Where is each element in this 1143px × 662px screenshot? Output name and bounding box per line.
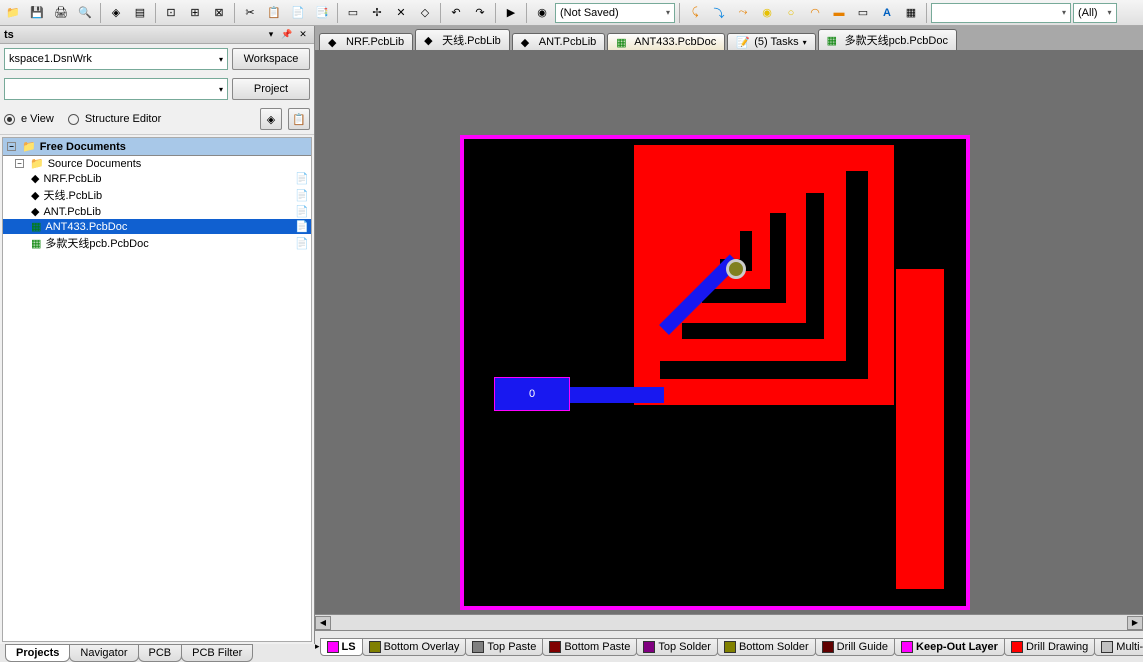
layers-icon[interactable]: ◈ bbox=[105, 2, 127, 24]
panel-tabs: ProjectsNavigatorPCBPCB Filter bbox=[5, 644, 252, 662]
tree-item[interactable]: ◆ANT.PcbLib📄 bbox=[3, 204, 311, 219]
filter-text: (All) bbox=[1078, 7, 1098, 19]
file-view-label: e View bbox=[21, 113, 54, 125]
structure-label: Structure Editor bbox=[85, 113, 161, 125]
copy-icon[interactable]: 📋 bbox=[263, 2, 285, 24]
filter-combo[interactable]: (All) bbox=[1073, 3, 1117, 23]
main-area: ◆NRF.PcbLib◆天线.PcbLib◆ANT.PcbLib▦ANT433.… bbox=[315, 26, 1143, 630]
run-icon[interactable]: ▶ bbox=[500, 2, 522, 24]
document-tab[interactable]: ◆ANT.PcbLib bbox=[512, 33, 605, 50]
document-tab[interactable]: ◆NRF.PcbLib bbox=[319, 33, 413, 50]
pcb-canvas[interactable]: 0 bbox=[315, 50, 1143, 614]
layer-tab[interactable]: Top Paste bbox=[465, 638, 543, 656]
region-icon[interactable]: ▭ bbox=[852, 2, 874, 24]
pad-icon[interactable]: ○ bbox=[780, 2, 802, 24]
layer-tab[interactable]: Top Solder bbox=[636, 638, 718, 656]
scroll-right-icon[interactable]: ▶ bbox=[1127, 616, 1143, 630]
main-toolbar: 📁 💾 🖨 🔍 ◈ ▤ ⊡ ⊞ ⊠ ✂ 📋 📄 📑 ▭ ✢ ✕ ◇ ↶ ↷ ▶ … bbox=[0, 0, 1143, 26]
layer-tab[interactable]: Multi-Lay bbox=[1094, 638, 1143, 656]
document-tab[interactable]: ▦多款天线pcb.PcbDoc bbox=[818, 29, 957, 50]
saved-combo-text: (Not Saved) bbox=[560, 7, 619, 19]
project-tree: − 📁 Free Documents − 📁 Source Documents … bbox=[2, 137, 312, 642]
tree-item[interactable]: ▦ANT433.PcbDoc📄 bbox=[3, 219, 311, 234]
compile-icon[interactable]: ◈ bbox=[260, 108, 282, 130]
scroll-left-icon[interactable]: ◀ bbox=[315, 616, 331, 630]
options-icon[interactable]: 📋 bbox=[288, 108, 310, 130]
tree-item[interactable]: ◆NRF.PcbLib📄 bbox=[3, 171, 311, 186]
redo-icon[interactable]: ↷ bbox=[469, 2, 491, 24]
move-icon[interactable]: ✢ bbox=[366, 2, 388, 24]
paste2-icon[interactable]: 📑 bbox=[311, 2, 333, 24]
clear-icon[interactable]: ◇ bbox=[414, 2, 436, 24]
preview-icon[interactable]: 🔍 bbox=[74, 2, 96, 24]
via-icon[interactable]: ◉ bbox=[756, 2, 778, 24]
close-icon[interactable]: ✕ bbox=[296, 28, 310, 42]
route-icon[interactable]: ⤹ bbox=[684, 2, 706, 24]
text-icon[interactable]: A bbox=[876, 2, 898, 24]
arc-icon[interactable]: ◠ bbox=[804, 2, 826, 24]
collapse-icon[interactable]: − bbox=[7, 142, 16, 151]
layer-tab[interactable]: Bottom Paste bbox=[542, 638, 637, 656]
via-hole bbox=[726, 259, 746, 279]
layer-scroll-icon[interactable]: ▸ bbox=[315, 638, 320, 656]
fill-icon[interactable]: ▬ bbox=[828, 2, 850, 24]
zoom-fit-icon[interactable]: ⊞ bbox=[184, 2, 206, 24]
workspace-value: kspace1.DsnWrk bbox=[9, 53, 92, 65]
document-tabs: ◆NRF.PcbLib◆天线.PcbLib◆ANT.PcbLib▦ANT433.… bbox=[315, 26, 1143, 50]
panel-tab[interactable]: Navigator bbox=[69, 644, 138, 662]
projects-panel: ts ▾ 📌 ✕ kspace1.DsnWrk Workspace Projec… bbox=[0, 26, 315, 644]
layer-tabs: ▸LSBottom OverlayTop PasteBottom PasteTo… bbox=[315, 630, 1143, 662]
workspace-button[interactable]: Workspace bbox=[232, 48, 310, 70]
pcb-board: 0 bbox=[460, 135, 970, 610]
pad-0: 0 bbox=[494, 377, 570, 411]
panel-title: ts bbox=[4, 29, 262, 41]
document-tab[interactable]: ◆天线.PcbLib bbox=[415, 29, 510, 50]
browse-icon[interactable]: ◉ bbox=[531, 2, 553, 24]
panel-tab[interactable]: PCB bbox=[138, 644, 183, 662]
panel-tab[interactable]: Projects bbox=[5, 644, 70, 662]
stack-icon[interactable]: ▤ bbox=[129, 2, 151, 24]
select-rect-icon[interactable]: ▭ bbox=[342, 2, 364, 24]
layer-tab[interactable]: LS bbox=[320, 638, 363, 656]
undo-icon[interactable]: ↶ bbox=[445, 2, 467, 24]
cut-icon[interactable]: ✂ bbox=[239, 2, 261, 24]
saved-combo[interactable]: (Not Saved) bbox=[555, 3, 675, 23]
tree-item[interactable]: ◆天线.PcbLib📄 bbox=[3, 186, 311, 204]
document-tab[interactable]: 📝(5) Tasks ▾ bbox=[727, 33, 815, 50]
tree-source-docs[interactable]: − 📁 Source Documents bbox=[3, 156, 311, 171]
zoom-sel-icon[interactable]: ⊠ bbox=[208, 2, 230, 24]
tree-root[interactable]: − 📁 Free Documents bbox=[3, 138, 311, 156]
open-icon[interactable]: 📁 bbox=[2, 2, 24, 24]
panel-tab[interactable]: PCB Filter bbox=[181, 644, 253, 662]
dropdown-icon[interactable]: ▾ bbox=[264, 28, 278, 42]
layer-tab[interactable]: Keep-Out Layer bbox=[894, 638, 1005, 656]
tree-item[interactable]: ▦多款天线pcb.PcbDoc📄 bbox=[3, 234, 311, 252]
layer-tab[interactable]: Drill Guide bbox=[815, 638, 895, 656]
layer-tab[interactable]: Drill Drawing bbox=[1004, 638, 1095, 656]
deselect-icon[interactable]: ✕ bbox=[390, 2, 412, 24]
route2-icon[interactable]: ⤵ bbox=[708, 2, 730, 24]
workspace-combo[interactable]: kspace1.DsnWrk bbox=[4, 48, 228, 70]
net-combo[interactable] bbox=[931, 3, 1071, 23]
layer-tab[interactable]: Bottom Overlay bbox=[362, 638, 467, 656]
pin-icon[interactable]: 📌 bbox=[280, 28, 294, 42]
project-button[interactable]: Project bbox=[232, 78, 310, 100]
view-mode-row: e View Structure Editor ◈ 📋 bbox=[0, 104, 314, 135]
collapse-icon[interactable]: − bbox=[15, 159, 24, 168]
panel-header: ts ▾ 📌 ✕ bbox=[0, 26, 314, 44]
h-scrollbar[interactable]: ◀ ▶ bbox=[315, 614, 1143, 630]
route3-icon[interactable]: ⤳ bbox=[732, 2, 754, 24]
structure-radio[interactable] bbox=[68, 114, 79, 125]
save-icon[interactable]: 💾 bbox=[26, 2, 48, 24]
layer-tab[interactable]: Bottom Solder bbox=[717, 638, 816, 656]
file-view-radio[interactable] bbox=[4, 114, 15, 125]
zoom-area-icon[interactable]: ⊡ bbox=[160, 2, 182, 24]
document-tab[interactable]: ▦ANT433.PcbDoc bbox=[607, 33, 725, 50]
print-icon[interactable]: 🖨 bbox=[50, 2, 72, 24]
project-input[interactable] bbox=[4, 78, 228, 100]
comp-icon[interactable]: ▦ bbox=[900, 2, 922, 24]
paste-icon[interactable]: 📄 bbox=[287, 2, 309, 24]
